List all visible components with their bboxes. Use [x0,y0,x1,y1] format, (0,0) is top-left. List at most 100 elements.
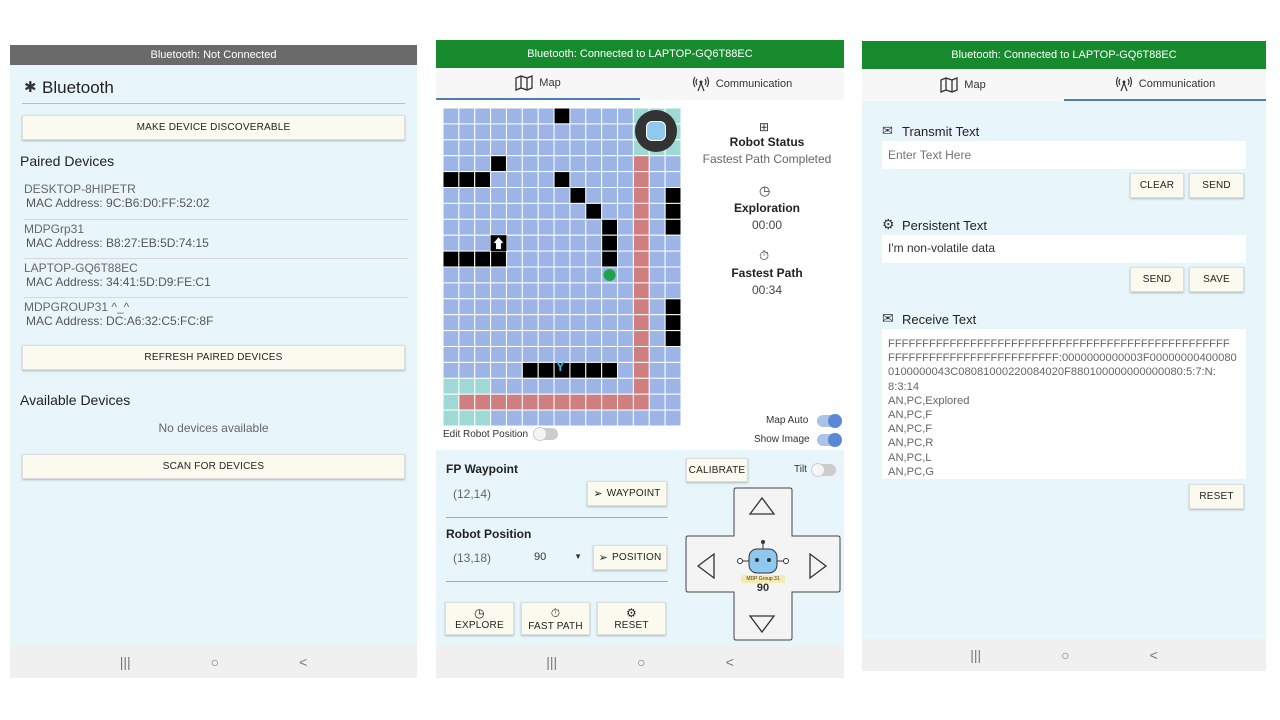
map-cell[interactable] [648,187,666,204]
map-cell[interactable] [490,266,507,284]
arena-map-grid[interactable] [443,108,681,426]
map-cell[interactable] [505,171,523,188]
map-cell[interactable] [443,393,460,411]
map-cell[interactable] [632,346,650,363]
map-cell[interactable] [490,108,507,125]
map-cell[interactable] [553,123,571,141]
tilt-toggle[interactable] [811,463,836,477]
map-cell[interactable] [537,409,555,426]
map-cell[interactable] [490,218,507,236]
map-cell[interactable] [521,346,539,363]
tab-map[interactable]: Map [862,69,1064,101]
map-cell[interactable] [458,155,476,173]
map-cell[interactable] [601,139,619,157]
obstacle-cell[interactable] [664,202,681,220]
map-cell[interactable] [617,108,634,125]
map-cell[interactable] [505,108,523,125]
map-cell[interactable] [474,330,492,348]
map-cell[interactable] [458,330,476,348]
map-cell[interactable] [664,155,681,173]
map-cell[interactable] [617,361,634,379]
map-cell[interactable] [569,346,587,363]
map-cell[interactable] [648,377,666,395]
map-cell[interactable] [474,393,492,411]
reset-button[interactable]: ⚙ RESET [597,602,666,635]
map-cell[interactable] [617,139,634,157]
map-cell[interactable] [617,187,634,204]
map-cell[interactable] [490,202,507,220]
map-cell[interactable] [632,171,650,188]
map-cell[interactable] [474,346,492,363]
map-cell[interactable] [490,409,507,426]
map-cell[interactable] [569,330,587,348]
map-cell[interactable] [505,187,523,204]
map-cell[interactable] [632,393,650,411]
map-cell[interactable] [537,139,555,157]
map-cell[interactable] [585,314,603,332]
map-cell[interactable] [490,123,507,141]
map-cell[interactable] [505,202,523,220]
map-cell[interactable] [585,282,603,300]
map-cell[interactable] [648,218,666,236]
map-cell[interactable] [664,250,681,268]
tab-map[interactable]: Map [436,68,640,100]
map-cell[interactable] [601,282,619,300]
map-cell[interactable] [537,346,555,363]
map-cell[interactable] [521,155,539,173]
make-discoverable-button[interactable]: MAKE DEVICE DISCOVERABLE [22,115,405,140]
map-cell[interactable] [458,139,476,157]
map-cell[interactable] [474,187,492,204]
obstacle-cell[interactable] [569,187,587,204]
map-cell[interactable] [537,266,555,284]
obstacle-cell[interactable] [458,250,476,268]
back-icon[interactable]: < [1150,647,1158,663]
map-cell[interactable] [537,393,555,411]
obstacle-cell[interactable] [601,218,619,236]
map-cell[interactable] [664,234,681,252]
map-cell[interactable] [569,250,587,268]
direction-select[interactable]: 90 ▼ [534,551,582,563]
map-cell[interactable] [632,377,650,395]
map-cell[interactable] [585,234,603,252]
list-item[interactable]: MDPGrp31 MAC Address: B8:27:EB:5D:74:15 [24,220,408,259]
map-cell[interactable] [458,123,476,141]
map-cell[interactable] [617,314,634,332]
map-cell[interactable] [569,377,587,395]
fast-path-button[interactable]: ⏱ FAST PATH [521,602,590,635]
map-cell[interactable] [443,346,460,363]
map-cell[interactable] [521,393,539,411]
map-cell[interactable] [553,250,571,268]
map-cell[interactable] [521,202,539,220]
map-cell[interactable] [443,139,460,157]
reset-receive-button[interactable]: RESET [1189,484,1244,509]
map-cell[interactable] [443,266,460,284]
map-cell[interactable] [443,218,460,236]
map-cell[interactable] [443,330,460,348]
map-cell[interactable] [474,108,492,125]
home-icon[interactable]: ○ [1061,647,1069,663]
map-cell[interactable] [553,298,571,316]
map-cell[interactable] [537,282,555,300]
map-cell[interactable] [474,123,492,141]
map-cell[interactable] [569,202,587,220]
map-cell[interactable] [490,187,507,204]
map-cell[interactable] [474,139,492,157]
map-cell[interactable] [585,409,603,426]
map-cell[interactable] [537,250,555,268]
map-cell[interactable] [664,409,681,426]
scan-devices-button[interactable]: SCAN FOR DEVICES [22,454,405,479]
show-image-toggle[interactable] [817,433,842,447]
map-cell[interactable] [648,282,666,300]
map-cell[interactable] [458,234,476,252]
map-cell[interactable] [505,361,523,379]
map-cell[interactable] [632,202,650,220]
map-cell[interactable] [443,409,460,426]
map-cell[interactable] [490,330,507,348]
map-cell[interactable] [553,202,571,220]
map-cell[interactable] [553,234,571,252]
map-cell[interactable] [505,377,523,395]
map-cell[interactable] [617,171,634,188]
map-cell[interactable] [601,187,619,204]
map-cell[interactable] [569,314,587,332]
map-cell[interactable] [632,298,650,316]
